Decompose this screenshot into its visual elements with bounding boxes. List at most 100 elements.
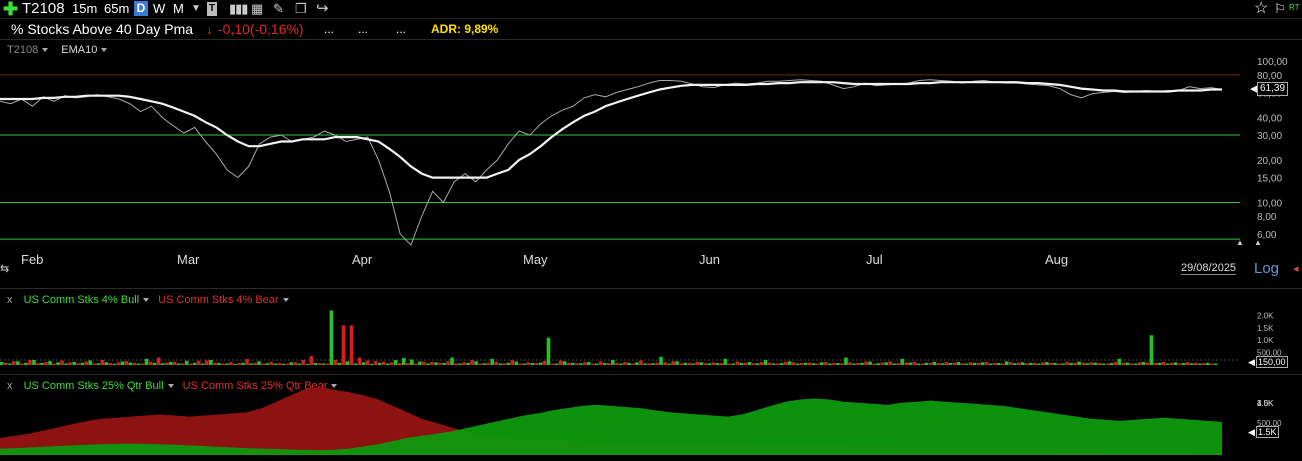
bull-bar: [136, 363, 141, 365]
symbol-label[interactable]: T2108: [22, 0, 65, 18]
bar-chart-icon[interactable]: ▮▮▮: [229, 0, 248, 18]
bull-bar: [916, 363, 921, 365]
pane3-chart[interactable]: 4.0K3.5K3.0K2.5K500,00: [0, 375, 1302, 461]
bear-bar: [1185, 362, 1190, 365]
expand-icon[interactable]: ⇆: [0, 262, 9, 275]
bull-bar: [1133, 363, 1138, 365]
bull-bar: [586, 362, 591, 365]
timeframe-65m[interactable]: 65m: [104, 0, 129, 18]
bull-bar: [321, 363, 326, 365]
scroll-up-icon[interactable]: ▲: [1236, 238, 1244, 247]
bull-bar: [514, 361, 519, 365]
bull-bar: [225, 363, 229, 365]
bull-bar: [836, 363, 840, 365]
y-tick-label: 2.5K: [1257, 399, 1274, 408]
bear-bar: [992, 363, 997, 365]
plus-icon[interactable]: ✚: [3, 0, 18, 18]
log-scale-button[interactable]: Log: [1254, 260, 1279, 277]
bear-bar: [237, 363, 241, 365]
bull-bar: [1045, 362, 1049, 365]
bear-bar: [1065, 361, 1069, 365]
bear-bar: [1169, 362, 1174, 365]
indicator-icon[interactable]: T: [207, 2, 218, 16]
arrow-left-icon[interactable]: ◂: [1293, 262, 1299, 275]
period-monthly-button[interactable]: M: [173, 0, 184, 18]
info-dots-3[interactable]: ...: [396, 19, 406, 39]
bear-bar: [1201, 363, 1206, 365]
pane2-chart[interactable]: 2.0K1.5K1.0K500,00: [0, 289, 1302, 373]
bull-bar: [200, 363, 205, 365]
bull-bar: [265, 363, 269, 365]
bear-bar: [824, 362, 828, 365]
bear-bar: [309, 356, 314, 365]
y-tick-label: 10,00: [1257, 198, 1282, 209]
y-tick-label: 20,00: [1257, 156, 1282, 167]
bull-bar: [377, 362, 382, 365]
bear-bar: [623, 362, 627, 365]
bear-bar: [968, 362, 973, 365]
bear-bar: [952, 362, 957, 365]
bull-bar: [1181, 363, 1186, 365]
bull-bar: [771, 363, 776, 365]
bull-bar: [803, 362, 808, 365]
notes-icon[interactable]: ❐: [295, 0, 307, 18]
bear-bar: [582, 362, 587, 365]
bear-bar: [864, 361, 868, 365]
bull-bar: [651, 363, 655, 365]
bull-bar: [410, 359, 414, 365]
info-dots-1[interactable]: ...: [324, 19, 334, 39]
bear-bar: [1113, 362, 1118, 365]
dropdown-icon[interactable]: ▼: [191, 0, 201, 18]
bull-bar: [635, 362, 639, 365]
bear-bar: [711, 362, 716, 365]
star-icon[interactable]: ☆: [1254, 0, 1268, 18]
bear-bar: [341, 325, 346, 365]
bull-bar: [498, 363, 503, 365]
bear-bar: [52, 363, 56, 365]
bull-bar: [192, 362, 197, 365]
bull-bar: [393, 360, 398, 365]
bear-bar: [20, 363, 24, 365]
y-tick-label: 15,00: [1257, 174, 1282, 185]
bear-bar: [325, 363, 330, 365]
calculator-icon[interactable]: ▦: [251, 0, 263, 18]
bear-bar: [486, 362, 491, 365]
bear-bar: [381, 361, 386, 365]
bear-bar: [655, 362, 659, 365]
bear-bar: [743, 362, 748, 365]
bear-bar: [848, 362, 852, 365]
scroll-up-icon-2[interactable]: ▲: [1254, 238, 1262, 247]
bull-bar: [490, 358, 495, 365]
bull-bar: [72, 361, 76, 365]
bull-bar: [964, 363, 969, 365]
bear-bar: [229, 362, 233, 365]
flag-icon[interactable]: ⚐: [1274, 0, 1286, 18]
bull-bar: [313, 363, 318, 365]
bull-bar: [385, 363, 390, 365]
bull-bar: [570, 362, 575, 365]
bear-bar: [832, 362, 836, 365]
bull-bar: [715, 363, 720, 365]
bear-bar: [172, 361, 177, 365]
bear-bar: [735, 361, 740, 365]
bear-bar: [1025, 363, 1029, 365]
bear-bar: [28, 360, 32, 365]
pencil-icon[interactable]: ✎: [273, 0, 284, 18]
share-icon[interactable]: ↪: [316, 0, 329, 18]
period-daily-button[interactable]: D: [134, 1, 148, 16]
bull-bar: [16, 361, 20, 365]
period-weekly-button[interactable]: W: [153, 0, 165, 18]
bear-bar: [446, 361, 450, 365]
timeframe-15m[interactable]: 15m: [72, 0, 97, 18]
bear-bar: [494, 361, 499, 365]
bull-bar: [948, 363, 953, 365]
change-value: -0,10(-0,16%): [218, 21, 304, 37]
bear-bar: [269, 361, 273, 365]
bear-bar: [1177, 363, 1182, 365]
bull-bar: [1077, 361, 1081, 365]
bear-bar: [615, 362, 619, 365]
bull-bar: [289, 362, 294, 365]
bull-bar: [1141, 362, 1146, 365]
info-dots-2[interactable]: ...: [358, 19, 368, 39]
bear-bar: [1097, 363, 1102, 365]
